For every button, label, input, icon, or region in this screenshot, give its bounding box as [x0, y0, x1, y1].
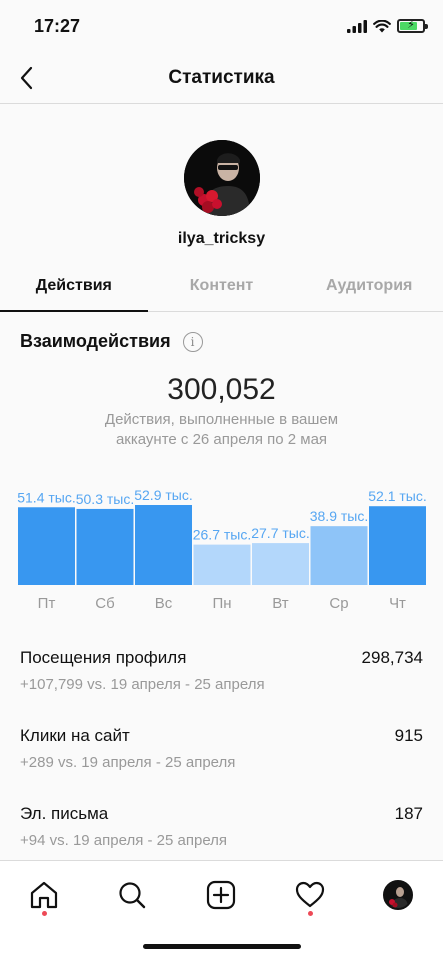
metric-profile-visits[interactable]: Посещения профиля 298,734 +107,799 vs. 1…: [20, 648, 423, 698]
chart-category-label: Пн: [212, 595, 231, 612]
statistics-screen: 17:27 ⚡ Статистика ilya_tricksy Действия…: [0, 0, 443, 960]
tab-actions[interactable]: Действия: [0, 266, 148, 312]
profile-avatar-small: [383, 880, 413, 910]
info-icon[interactable]: i: [182, 331, 203, 352]
home-indicator: [143, 944, 301, 949]
chart-category-label: Ср: [329, 595, 348, 612]
status-icons: ⚡: [347, 19, 428, 33]
interactions-total: 300,052: [167, 373, 276, 406]
chart-bar-6[interactable]: [310, 526, 368, 585]
chart-value-label: 52.1 тыс.: [368, 488, 427, 504]
chart-value-label: 50.3 тыс.: [76, 491, 135, 507]
chart-value-label: 52.9 тыс.: [134, 487, 193, 503]
nav-profile[interactable]: [378, 875, 418, 915]
interactions-bar-chart: 51.4 тыс. Пт 50.3 тыс. Сб 52.9 тыс. Вс 26.7 ты…: [17, 487, 427, 612]
metric-label: Клики на сайт: [20, 726, 130, 745]
chart-value-label: 26.7 тыс.: [193, 527, 252, 543]
home-icon: [30, 881, 58, 909]
chart-bar-2[interactable]: [76, 508, 134, 585]
metric-label: Посещения профиля: [20, 648, 187, 667]
chart-bar-4[interactable]: [193, 544, 251, 585]
tab-content[interactable]: Контент: [148, 266, 296, 311]
chart-bar-5[interactable]: [252, 543, 309, 585]
nav-activity[interactable]: [290, 875, 330, 915]
metric-website-clicks[interactable]: Клики на сайт 915 +289 vs. 19 апреля - 2…: [20, 726, 423, 776]
heart-icon: [295, 881, 325, 908]
chart-bar-3[interactable]: [135, 505, 192, 585]
interactions-title: Взаимодействия: [20, 331, 171, 351]
chart-category-label: Пт: [38, 595, 56, 612]
page-title: Статистика: [168, 67, 275, 88]
chart-category-label: Чт: [389, 595, 406, 612]
metric-delta: +289 vs. 19 апреля - 25 апреля: [20, 754, 236, 771]
chart-value-label: 51.4 тыс.: [17, 489, 76, 505]
stats-tabs: Действия Контент Аудитория: [0, 266, 443, 312]
search-icon: [119, 882, 146, 909]
chart-category-label: Сб: [95, 595, 114, 612]
chart-bar-7[interactable]: [369, 506, 426, 585]
metric-delta: +94 vs. 19 апреля - 25 апреля: [20, 832, 228, 849]
username: ilya_tricksy: [177, 230, 266, 247]
nav-header: Статистика: [0, 54, 443, 104]
profile-avatar: [184, 140, 260, 216]
wifi-icon: [373, 19, 391, 32]
metric-value: 298,734: [361, 648, 423, 667]
nav-add-post[interactable]: [201, 875, 241, 915]
status-bar: 17:27 ⚡: [0, 0, 443, 54]
nav-search[interactable]: [112, 875, 152, 915]
interactions-header: Взаимодействия i: [20, 331, 203, 352]
metric-label: Эл. письма: [20, 804, 109, 823]
nav-home[interactable]: [24, 875, 64, 915]
tab-audience[interactable]: Аудитория: [295, 266, 443, 311]
signal-icon: [347, 19, 367, 33]
chart-value-label: 38.9 тыс.: [310, 508, 369, 524]
metric-value: 187: [394, 804, 423, 823]
status-time: 17:27: [34, 16, 81, 36]
interactions-chart: 51.4 тыс. Пт 50.3 тыс. Сб 52.9 тыс. Вс 26.7 ты…: [0, 470, 443, 620]
battery-icon: ⚡: [397, 19, 428, 33]
metric-value: 915: [394, 726, 423, 745]
metric-emails[interactable]: Эл. письма 187 +94 vs. 19 апреля - 25 ап…: [20, 804, 423, 854]
interactions-caption: Действия, выполненные в вашем аккаунте с…: [104, 411, 339, 448]
chart-category-label: Вт: [272, 595, 289, 612]
chart-bar-1[interactable]: [18, 507, 75, 585]
chart-category-label: Вс: [155, 595, 173, 612]
metric-delta: +107,799 vs. 19 апреля - 25 апреля: [20, 676, 265, 693]
activity-notification-dot: [308, 911, 313, 916]
add-post-icon: [206, 880, 236, 910]
home-notification-dot: [42, 911, 47, 916]
chart-value-label: 27.7 тыс.: [251, 525, 310, 541]
